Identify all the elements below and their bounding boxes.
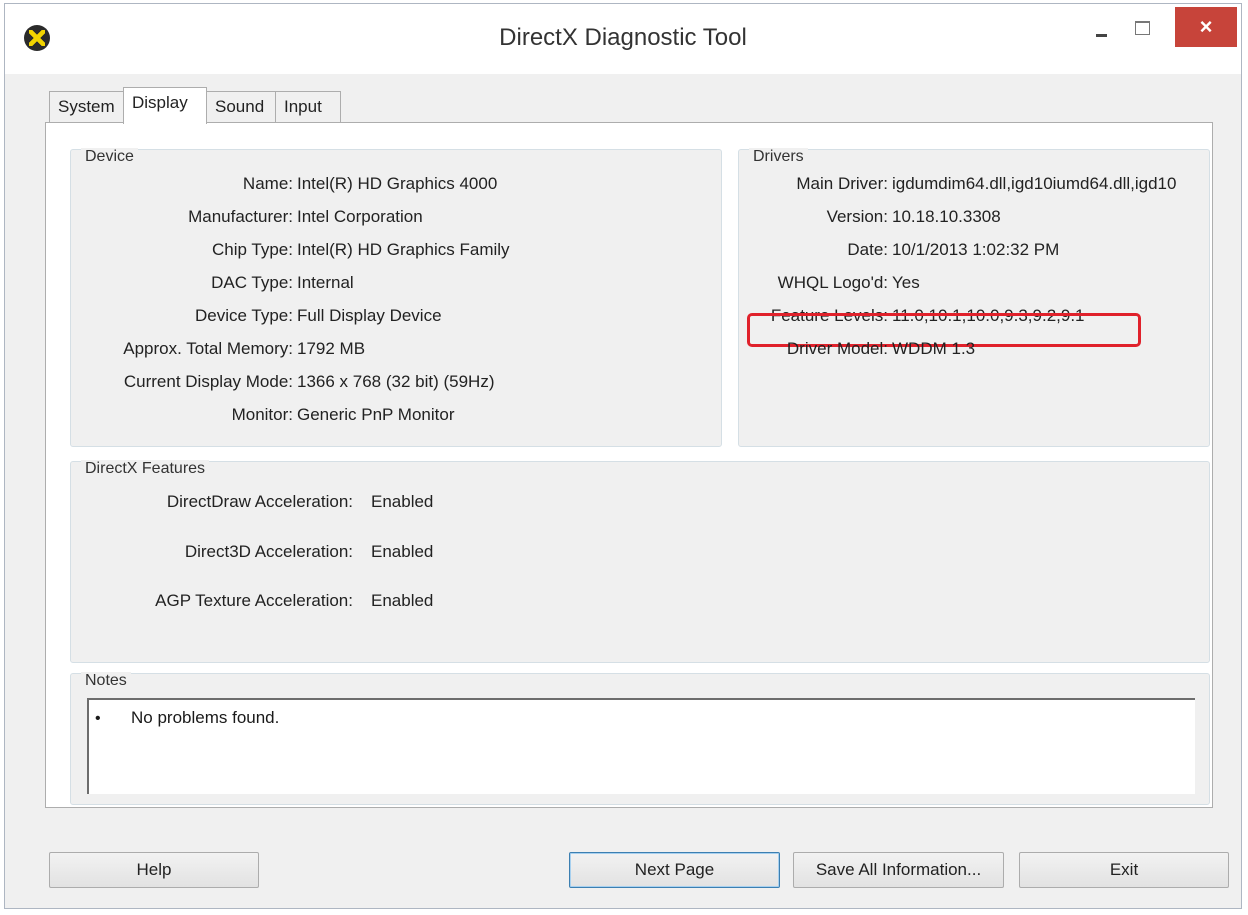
save-all-information-button[interactable]: Save All Information... [793, 852, 1004, 888]
notes-group-title: Notes [81, 672, 131, 690]
drivers-group-title: Drivers [749, 148, 808, 166]
chip-type-label: Chip Type: [212, 240, 293, 259]
main-driver-value: igdumdim64.dll,igd10iumd64.dll,igd10 [892, 174, 1177, 193]
device-type-value: Full Display Device [297, 306, 442, 325]
minimize-button[interactable] [1087, 4, 1117, 44]
driver-model-label: Driver Model: [786, 339, 888, 358]
dac-type-label: DAC Type: [211, 273, 293, 292]
exit-button[interactable]: Exit [1019, 852, 1229, 888]
tab-sound[interactable]: Sound [206, 91, 276, 123]
whql-label: WHQL Logo'd: [777, 273, 888, 292]
direct3d-label: Direct3D Acceleration: [184, 542, 353, 561]
note-item: No problems found. [131, 708, 280, 727]
direct3d-value: Enabled [371, 542, 434, 561]
tab-input[interactable]: Input [275, 91, 341, 123]
total-memory-label: Approx. Total Memory: [123, 339, 293, 358]
dac-type-value: Internal [297, 273, 354, 292]
help-button[interactable]: Help [49, 852, 259, 888]
device-name-label: Name: [242, 174, 293, 193]
device-name-value: Intel(R) HD Graphics 4000 [297, 174, 498, 193]
tab-system[interactable]: System [49, 91, 124, 123]
driver-version-value: 10.18.10.3308 [892, 207, 1001, 226]
dxdiag-window: DirectX Diagnostic Tool × System Display… [4, 3, 1242, 909]
close-icon: × [1199, 14, 1213, 39]
note-bullet: • [95, 710, 101, 727]
display-mode-value: 1366 x 768 (32 bit) (59Hz) [297, 372, 495, 391]
monitor-label: Monitor: [231, 405, 293, 424]
window-title: DirectX Diagnostic Tool [499, 24, 747, 51]
device-group: Device Name: Intel(R) HD Graphics 4000 M… [70, 148, 722, 447]
directdraw-value: Enabled [371, 492, 434, 511]
driver-version-label: Version: [826, 207, 888, 226]
maximize-button[interactable] [1125, 4, 1159, 44]
directx-features-group: DirectX Features DirectDraw Acceleration… [70, 460, 1210, 663]
display-tab-panel: Device Name: Intel(R) HD Graphics 4000 M… [45, 122, 1213, 808]
device-group-title: Device [81, 148, 138, 166]
title-bar[interactable]: DirectX Diagnostic Tool × [5, 4, 1241, 74]
monitor-value: Generic PnP Monitor [297, 405, 455, 424]
chip-type-value: Intel(R) HD Graphics Family [297, 240, 510, 259]
close-button[interactable]: × [1175, 7, 1237, 47]
notes-group: Notes • No problems found. [70, 672, 1210, 805]
features-group-title: DirectX Features [81, 460, 210, 478]
agp-label: AGP Texture Acceleration: [155, 591, 353, 610]
directdraw-label: DirectDraw Acceleration: [166, 492, 353, 511]
device-type-label: Device Type: [195, 306, 293, 325]
manufacturer-value: Intel Corporation [297, 207, 423, 226]
driver-model-value: WDDM 1.3 [892, 339, 976, 358]
agp-value: Enabled [371, 591, 434, 610]
total-memory-value: 1792 MB [297, 339, 366, 358]
driver-date-label: Date: [847, 240, 888, 259]
tab-display[interactable]: Display [123, 87, 207, 124]
next-page-button[interactable]: Next Page [569, 852, 780, 888]
manufacturer-label: Manufacturer: [188, 207, 293, 226]
drivers-group: Drivers Main Driver: igdumdim64.dll,igd1… [738, 148, 1210, 447]
driver-date-value: 10/1/2013 1:02:32 PM [892, 240, 1060, 259]
display-mode-label: Current Display Mode: [123, 372, 293, 391]
whql-value: Yes [892, 273, 920, 292]
main-driver-label: Main Driver: [796, 174, 888, 193]
notes-textbox[interactable]: • No problems found. [87, 698, 1195, 794]
